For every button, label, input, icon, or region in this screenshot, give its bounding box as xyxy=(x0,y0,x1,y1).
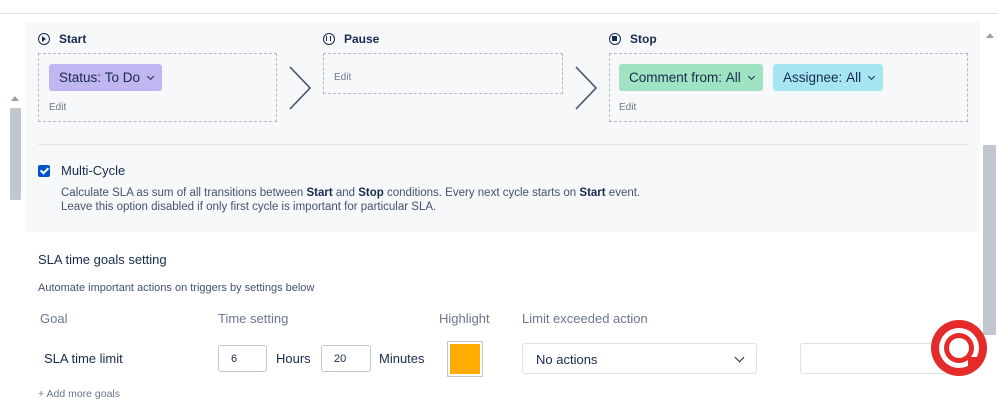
desc-start: Start xyxy=(306,187,333,199)
hours-input[interactable]: 6 xyxy=(218,345,267,372)
assignee-chip-label: Assignee: xyxy=(783,70,843,85)
comment-chip-value: All xyxy=(725,70,741,85)
multi-cycle-checkbox[interactable] xyxy=(38,165,50,177)
stop-edit-link[interactable]: Edit xyxy=(619,102,636,113)
chevron-down-icon xyxy=(734,352,745,363)
top-divider xyxy=(0,13,998,14)
hours-label: Hours xyxy=(276,351,311,366)
pause-conditions-box[interactable] xyxy=(323,53,563,94)
left-scrollbar-thumb[interactable] xyxy=(10,108,21,200)
desc-text: conditions. Every next cycle starts on xyxy=(383,187,580,199)
start-edit-link[interactable]: Edit xyxy=(49,102,66,113)
pause-header: Pause xyxy=(323,32,379,46)
comment-from-chip[interactable]: Comment from: All xyxy=(619,64,763,91)
desc-text: event. xyxy=(605,187,641,199)
chevron-down-icon xyxy=(868,72,876,80)
status-chip-label: Status: xyxy=(59,70,102,85)
right-scrollbar-thumb[interactable] xyxy=(983,145,996,335)
status-chip-value: To Do xyxy=(104,70,141,85)
assignee-chip-value: All xyxy=(846,70,862,85)
goal-name: SLA time limit xyxy=(44,351,123,366)
pause-title: Pause xyxy=(344,32,380,46)
add-more-goals-link[interactable]: + Add more goals xyxy=(38,388,120,400)
column-header-action: Limit exceeded action xyxy=(522,311,648,326)
goals-section-title: SLA time goals setting xyxy=(38,252,167,267)
extra-action-field[interactable] xyxy=(800,343,950,374)
scroll-up-arrow-icon[interactable] xyxy=(986,33,994,38)
multi-cycle-label[interactable]: Multi-Cycle xyxy=(61,163,125,178)
pause-edit-link[interactable]: Edit xyxy=(334,72,351,83)
chevron-right-icon xyxy=(575,66,597,110)
desc-stop: Stop xyxy=(358,187,384,199)
desc-start: Start xyxy=(579,187,606,199)
limit-action-select[interactable]: No actions xyxy=(522,343,757,374)
column-header-goal: Goal xyxy=(40,311,68,326)
goals-section-subtitle: Automate important actions on triggers b… xyxy=(38,282,315,294)
pause-icon xyxy=(323,33,335,45)
help-lifebuoy-icon[interactable] xyxy=(931,320,987,376)
column-header-highlight: Highlight xyxy=(439,311,490,326)
multi-cycle-description: Calculate SLA as sum of all transitions … xyxy=(61,186,701,214)
limit-action-value: No actions xyxy=(536,352,598,367)
column-header-time: Time setting xyxy=(218,311,289,326)
stop-header: Stop xyxy=(609,32,657,46)
start-title: Start xyxy=(59,32,87,46)
start-header: Start xyxy=(38,32,86,46)
scroll-up-arrow-icon[interactable] xyxy=(11,96,19,101)
desc-line-2: Leave this option disabled if only first… xyxy=(61,201,437,213)
chevron-right-icon xyxy=(289,66,311,110)
highlight-color-swatch[interactable] xyxy=(447,341,483,377)
stop-icon xyxy=(609,33,621,45)
status-chip[interactable]: Status: To Do xyxy=(49,64,163,91)
minutes-input[interactable]: 20 xyxy=(321,345,371,372)
desc-text: and xyxy=(332,187,359,199)
panel-divider xyxy=(38,144,968,145)
assignee-chip[interactable]: Assignee: All xyxy=(773,64,884,91)
chevron-down-icon xyxy=(747,72,755,80)
desc-text: Calculate SLA as sum of all transitions … xyxy=(61,187,307,199)
comment-chip-label: Comment from: xyxy=(629,70,723,85)
minutes-label: Minutes xyxy=(379,351,425,366)
stop-title: Stop xyxy=(630,32,657,46)
play-icon xyxy=(38,33,50,45)
chevron-down-icon xyxy=(147,72,155,80)
